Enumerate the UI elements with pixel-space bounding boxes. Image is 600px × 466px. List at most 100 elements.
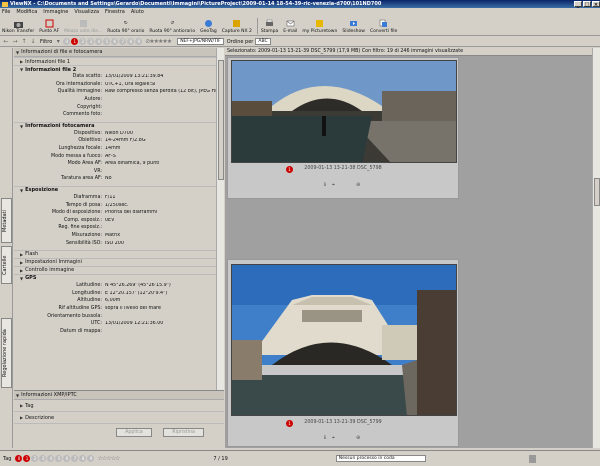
- info-icon[interactable]: ℹ: [324, 435, 326, 441]
- label-filter-7[interactable]: 7: [119, 38, 127, 45]
- label-filter-4[interactable]: 4: [95, 38, 103, 45]
- thumbnail-cell[interactable]: 1 2009-01-13 13-21-38 DSC_5798 ℹ ⌖ ⊕: [227, 57, 459, 199]
- metadata-key: VR:: [93, 168, 102, 174]
- metadata-scrollbar[interactable]: [216, 48, 224, 448]
- status-label-0[interactable]: 0: [15, 455, 23, 462]
- thumbnail-image-selected[interactable]: [231, 264, 457, 416]
- status-label-8[interactable]: 8: [79, 455, 87, 462]
- sort-dropdown[interactable]: ABC: [255, 38, 271, 45]
- metadata-key: Tempo di posa:: [65, 202, 102, 208]
- status-label-3[interactable]: 3: [39, 455, 47, 462]
- thumbnail-scrollbar[interactable]: [592, 48, 600, 448]
- tab-regolazione-rapida[interactable]: Regolazione rapida: [1, 318, 12, 388]
- print-button[interactable]: Stampa: [261, 19, 278, 35]
- thumbnail-caption: 2009-01-13 13-21-39 DSC_5799: [304, 420, 382, 425]
- rating-filter-stars[interactable]: ⊘★★★★★: [145, 38, 172, 45]
- label-filter-3[interactable]: 3: [87, 38, 95, 45]
- label-filter-8[interactable]: 8: [127, 38, 135, 45]
- section-flash[interactable]: ▶ Flash: [14, 249, 216, 258]
- status-label-1[interactable]: 1: [23, 455, 31, 462]
- metadata-row: Rif altitudine GPS: sopra il livello del …: [14, 305, 216, 313]
- metadata-row: Latitudine: N 45°26.269' (45°26'15.9"): [14, 282, 216, 290]
- mezzo-voto-button[interactable]: Mezzo voto die...: [64, 19, 102, 35]
- metadata-key: Sensibilità ISO:: [65, 240, 102, 246]
- metadata-row: UTC: 13/01/2009 12:21:36.00: [14, 320, 216, 328]
- metadata-key: Latitudine:: [76, 283, 102, 289]
- section-file-1[interactable]: ▶ Informazioni file 1: [14, 57, 216, 65]
- geotag-button[interactable]: GeoTag: [200, 19, 217, 35]
- status-label-9[interactable]: 9: [87, 455, 95, 462]
- menu-aiuto[interactable]: Aiuto: [131, 9, 144, 15]
- process-queue-dropdown[interactable]: Nessun processo in coda: [335, 455, 426, 462]
- rotate-ccw-button[interactable]: ↺ Ruota 90° antiorario: [149, 19, 195, 35]
- rotate-icon[interactable]: ⊕: [356, 182, 360, 188]
- label-filter-2[interactable]: 2: [79, 38, 87, 45]
- menu-immagine[interactable]: Immagine: [43, 9, 68, 15]
- collapse-arrow-icon: ▼: [20, 275, 24, 281]
- xmp-panel: ▼ Informazioni XMP/IPTC ▶ Tag ▶ Descrizi…: [14, 390, 224, 448]
- section-image-settings[interactable]: ▶ Impostazioni Immagini: [14, 257, 216, 266]
- panel-header[interactable]: ▼ Informazioni di file e fotocamera: [14, 48, 216, 57]
- scroll-thumb[interactable]: [218, 60, 224, 180]
- capture-nx2-button[interactable]: Capture NX 2: [222, 19, 252, 35]
- section-exposure[interactable]: ▼ Esposizione: [14, 185, 216, 194]
- xmp-header[interactable]: ▼ Informazioni XMP/IPTC: [14, 391, 224, 400]
- status-rating-stars[interactable]: ☆☆☆☆☆: [97, 455, 120, 462]
- convert-icon: [379, 19, 388, 28]
- section-image-control[interactable]: ▶ Controllo immagine: [14, 265, 216, 274]
- section-descrizione[interactable]: ▶ Descrizione: [14, 412, 224, 424]
- tab-cartelle[interactable]: Cartelle: [1, 246, 12, 284]
- picturetown-button[interactable]: my Picturetown: [302, 19, 337, 35]
- metadata-key: Altitudine:: [77, 298, 102, 304]
- format-filter-dropdown[interactable]: NEF+JPG/NRW/TIF: [177, 38, 224, 45]
- metadata-row: Longitudine: E 12°20.157' (12°20'9.4"): [14, 289, 216, 297]
- menu-finestra[interactable]: Finestra: [105, 9, 125, 15]
- label-filter-5[interactable]: 5: [103, 38, 111, 45]
- status-label-6[interactable]: 6: [63, 455, 71, 462]
- info-icon[interactable]: ℹ: [324, 182, 326, 188]
- apply-button[interactable]: Applica: [116, 428, 152, 437]
- rotate-icon[interactable]: ⊕: [356, 435, 360, 441]
- restore-button[interactable]: Ripristina: [163, 428, 204, 437]
- menu-modifica[interactable]: Modifica: [16, 9, 37, 15]
- label-filter-1[interactable]: 1: [71, 38, 79, 45]
- toolbar-separator: [256, 18, 258, 34]
- punto-af-button[interactable]: Punto AF: [39, 19, 59, 35]
- metadata-value: Area dinamica, 9 punti: [105, 161, 160, 167]
- status-label-7[interactable]: 7: [71, 455, 79, 462]
- trash-icon[interactable]: [528, 454, 536, 463]
- status-label-5[interactable]: 5: [55, 455, 63, 462]
- section-tag[interactable]: ▶ Tag: [14, 400, 224, 412]
- scroll-thumb[interactable]: [594, 178, 600, 206]
- forward-arrow-icon[interactable]: →: [11, 38, 19, 45]
- tab-metadati[interactable]: Metadati: [1, 198, 12, 243]
- menu-file[interactable]: File: [2, 9, 10, 15]
- thumbnail-cell-selected[interactable]: 1 2009-01-13 13-21-39 DSC_5799 ℹ ⌖ ⊕: [227, 259, 459, 447]
- metadata-key: Modo Area AF:: [67, 161, 102, 167]
- label-filter-0[interactable]: 0: [63, 38, 71, 45]
- filter-dropdown-icon[interactable]: ▾: [54, 38, 62, 45]
- close-button[interactable]: ×: [592, 1, 600, 8]
- label-filter-9[interactable]: 9: [135, 38, 143, 45]
- slideshow-button[interactable]: Slideshow: [342, 19, 365, 35]
- maximize-button[interactable]: □: [583, 1, 591, 8]
- up-arrow-icon[interactable]: ↑: [20, 38, 28, 45]
- back-arrow-icon[interactable]: ←: [2, 38, 10, 45]
- thumbnail-image[interactable]: [231, 60, 457, 163]
- minimize-button[interactable]: _: [574, 1, 582, 8]
- section-camera[interactable]: ▼ Informazioni fotocamera: [14, 121, 216, 130]
- nikon-transfer-button[interactable]: Nikon Transfer: [2, 19, 34, 35]
- label-filter-6[interactable]: 6: [111, 38, 119, 45]
- menu-visualizza[interactable]: Visualizza: [74, 9, 99, 15]
- section-gps[interactable]: ▼ GPS: [14, 273, 216, 282]
- email-button[interactable]: E-mail: [283, 19, 297, 35]
- gps-icon[interactable]: ⌖: [332, 435, 335, 441]
- camera-icon: [13, 19, 23, 28]
- down-arrow-icon[interactable]: ↓: [29, 38, 37, 45]
- convert-file-button[interactable]: Converti file: [370, 19, 397, 35]
- status-label-2[interactable]: 2: [31, 455, 39, 462]
- gps-icon[interactable]: ⌖: [332, 182, 335, 188]
- section-file-2[interactable]: ▼ Informazioni file 2: [14, 65, 216, 73]
- rotate-cw-button[interactable]: ↻ Ruota 90° orario: [107, 19, 144, 35]
- status-label-4[interactable]: 4: [47, 455, 55, 462]
